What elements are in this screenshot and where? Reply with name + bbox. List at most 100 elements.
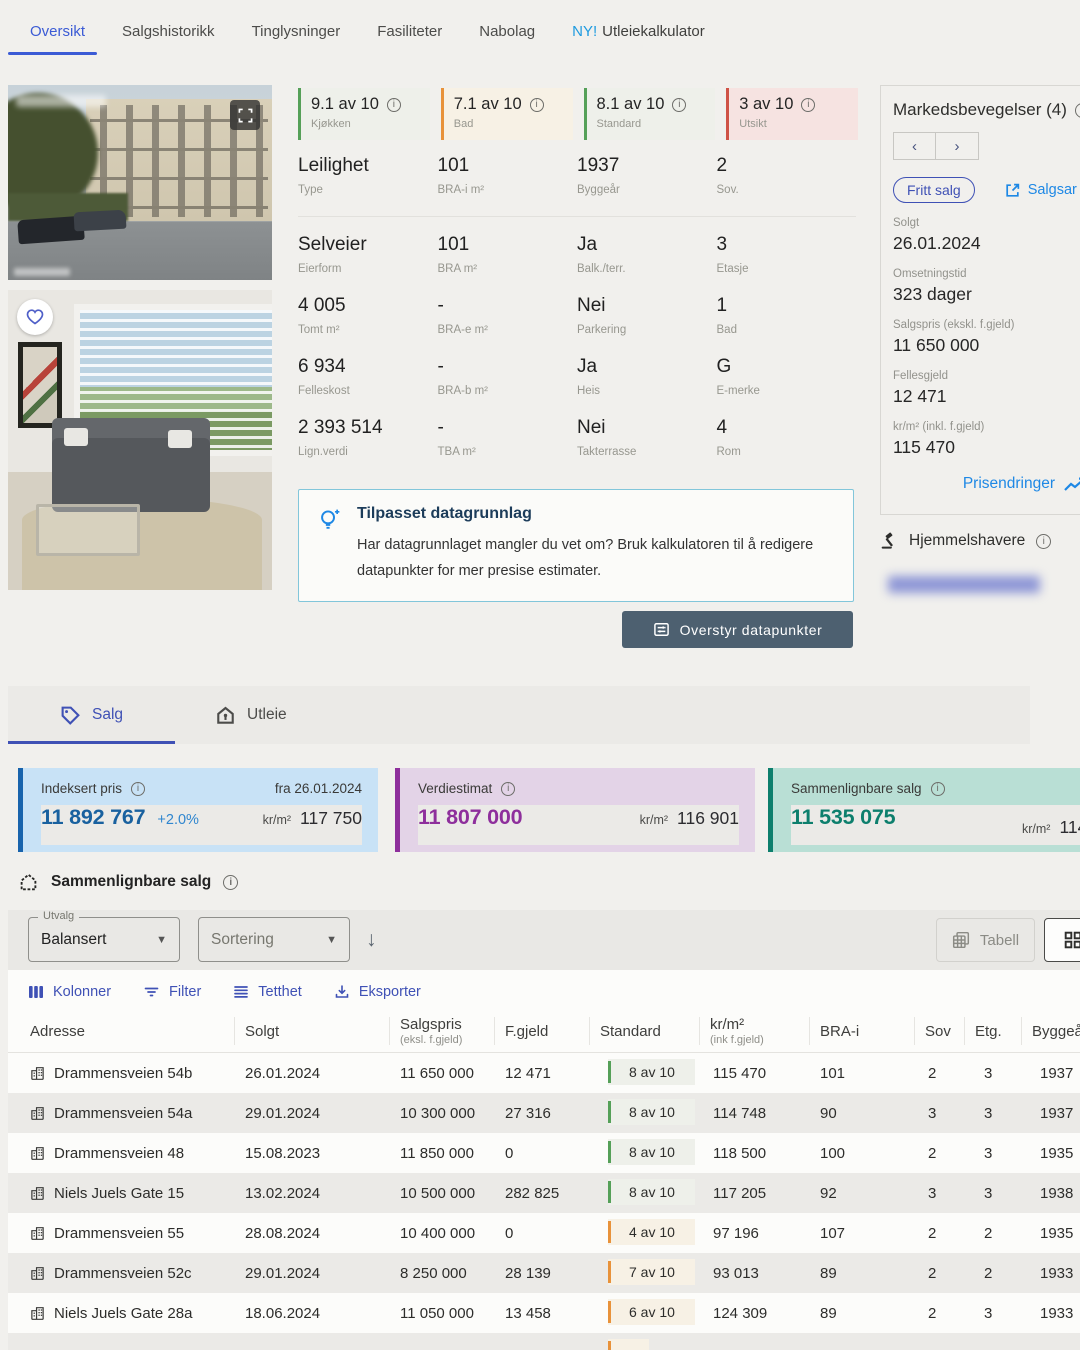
cell-address[interactable]: Drammensveien 55	[8, 1225, 235, 1242]
table-row[interactable]: Niels Juels Gate 28a 18.06.2024 11 050 0…	[8, 1293, 1080, 1333]
info-icon[interactable]	[223, 874, 239, 890]
info-icon[interactable]	[672, 97, 687, 112]
cell-salgspris: 10 500 000	[400, 1184, 476, 1202]
column-header[interactable]: F.gjeld	[495, 1017, 590, 1045]
selection-select[interactable]: Utvalg Balansert ▼	[28, 910, 180, 962]
card-value: 11 807 000	[418, 805, 523, 829]
next-arrow-button[interactable]: ›	[936, 132, 979, 160]
toolbar-tetthet[interactable]: Tetthet	[233, 984, 302, 1000]
cell-address[interactable]: Drammensveien 52c	[8, 1265, 235, 1282]
table-row[interactable]: Drammensveien 54a 29.01.2024 10 300 000 …	[8, 1093, 1080, 1133]
column-header[interactable]: Standard	[590, 1017, 700, 1045]
column-header[interactable]: Etg.	[965, 1017, 1022, 1045]
detail-value: Leilighet	[298, 155, 369, 176]
cell-bygge: 1933	[1040, 1304, 1074, 1322]
sale-ad-link[interactable]: Salgsar	[1004, 182, 1077, 199]
info-icon[interactable]	[1074, 102, 1080, 118]
column-header[interactable]: Sov	[915, 1017, 965, 1045]
property-details-grid: Leilighet Type 101 BRA-i m² 1937 Byggeår…	[298, 155, 856, 478]
grid-icon	[1064, 931, 1080, 949]
detail-cell: G E-merke	[717, 356, 857, 417]
column-header[interactable]: Salgspris (eksl. f.gjeld)	[390, 1016, 495, 1046]
table-icon	[952, 931, 970, 949]
toolbar-filter[interactable]: Filter	[143, 984, 201, 1000]
info-icon[interactable]	[501, 781, 516, 796]
info-icon[interactable]	[1036, 533, 1052, 549]
stat-label: Omsetningstid	[893, 268, 967, 280]
nav-tab-utleiekalkulator[interactable]: NY! Utleiekalkulator	[572, 23, 705, 40]
toolbar-kolonner[interactable]: Kolonner	[28, 984, 111, 1000]
cell-address[interactable]: Drammensveien 54b	[8, 1065, 235, 1082]
toolbar-eksporter[interactable]: Eksporter	[334, 984, 421, 1000]
rating-badge-bad: 7.1 av 10 Bad	[440, 88, 573, 140]
prev-arrow-button[interactable]: ‹	[893, 132, 936, 160]
info-icon[interactable]	[529, 97, 544, 112]
info-icon[interactable]	[801, 97, 816, 112]
cell-standard: 8 av 10	[590, 1179, 700, 1207]
rating-score: 8.1 av 10	[596, 95, 665, 113]
rating-badge-standard: 8.1 av 10 Standard	[583, 88, 716, 140]
tab-salg[interactable]: Salg	[60, 705, 123, 726]
info-icon[interactable]	[930, 781, 945, 796]
nav-tab-salgshistorikk[interactable]: Salgshistorikk	[122, 23, 215, 40]
table-row[interactable]: Drammensveien 55 28.08.2024 10 400 000 0…	[8, 1213, 1080, 1253]
sale-type-pill[interactable]: Fritt salg	[893, 177, 975, 203]
cell-salgspris: 10 300 000	[400, 1104, 476, 1122]
nav-tab-tinglysninger[interactable]: Tinglysninger	[252, 23, 341, 40]
cell-address[interactable]: Niels Juels Gate 28a	[8, 1305, 235, 1322]
card-unit-label: kr/m²	[1022, 822, 1051, 836]
cell-address[interactable]: Drammensveien 54a	[8, 1105, 235, 1122]
owner-name-blurred[interactable]	[888, 576, 1040, 593]
nav-tab-fasiliteter[interactable]: Fasiliteter	[377, 23, 442, 40]
rating-label: Kjøkken	[311, 118, 351, 130]
price-changes-link[interactable]: Prisendringer 5	[893, 474, 1080, 494]
column-header[interactable]: Adresse	[8, 1017, 235, 1045]
table-row-partial[interactable]	[8, 1333, 1080, 1350]
cell-address[interactable]: Niels Juels Gate 15	[8, 1185, 235, 1202]
rating-label: Bad	[453, 118, 474, 130]
sorting-select[interactable]: Sortering ▼	[198, 917, 350, 962]
cell-sov: 3	[928, 1184, 937, 1202]
building-icon	[30, 1266, 45, 1281]
detail-label: Balk./terr.	[577, 263, 626, 275]
info-icon[interactable]	[131, 781, 146, 796]
nav-tab-nabolag[interactable]: Nabolag	[479, 23, 535, 40]
detail-cell: 1937 Byggeår	[577, 155, 717, 216]
column-header[interactable]: Byggeår	[1022, 1017, 1080, 1045]
override-datapoints-button[interactable]: Overstyr datapunkter	[622, 611, 853, 648]
cell-salgspris: 11 850 000	[400, 1144, 474, 1162]
detail-label: BRA m²	[437, 263, 478, 275]
info-icon[interactable]	[386, 97, 401, 112]
column-header[interactable]: BRA-i	[810, 1017, 915, 1045]
street-view-photo[interactable]	[8, 85, 272, 280]
detail-value: -	[437, 295, 444, 316]
cell-bygge: 1935	[1040, 1144, 1074, 1162]
cell-bygge: 1933	[1040, 1264, 1074, 1282]
tag-icon	[60, 705, 81, 726]
favorite-button[interactable]	[17, 299, 53, 335]
detail-cell: 6 934 Felleskost	[298, 356, 438, 417]
property-overview-page: Oversikt Salgshistorikk Tinglysninger Fasil…	[0, 0, 1080, 1350]
cell-bygge: 1935	[1040, 1224, 1074, 1242]
grid-view-button[interactable]	[1044, 918, 1080, 962]
detail-label: Eierform	[298, 263, 342, 275]
interior-photo[interactable]	[8, 290, 272, 590]
sort-direction-icon[interactable]: ↓	[366, 928, 377, 952]
lightbulb-icon	[317, 507, 343, 586]
cell-address[interactable]: Drammensveien 48	[8, 1145, 235, 1162]
cell-fgjeld: 0	[505, 1144, 514, 1162]
table-row[interactable]: Drammensveien 48 15.08.2023 11 850 000 0…	[8, 1133, 1080, 1173]
building-icon	[30, 1186, 45, 1201]
column-header[interactable]: kr/m² (ink f.gjeld)	[700, 1016, 810, 1046]
tab-utleie[interactable]: Utleie	[215, 705, 287, 726]
table-row[interactable]: Drammensveien 52c 29.01.2024 8 250 000 2…	[8, 1253, 1080, 1293]
detail-value: Ja	[577, 234, 598, 255]
table-row[interactable]: Drammensveien 54b 26.01.2024 11 650 000 …	[8, 1053, 1080, 1093]
comparable-controls: Utvalg Balansert ▼ Sortering ▼ ↓ Tabell	[8, 910, 1080, 970]
table-view-button[interactable]: Tabell	[936, 918, 1035, 962]
table-row[interactable]: Niels Juels Gate 15 13.02.2024 10 500 00…	[8, 1173, 1080, 1213]
nav-tab-oversikt[interactable]: Oversikt	[7, 23, 98, 55]
column-header[interactable]: Solgt	[235, 1017, 390, 1045]
building-icon	[30, 1226, 45, 1241]
fullscreen-button[interactable]	[230, 100, 260, 130]
